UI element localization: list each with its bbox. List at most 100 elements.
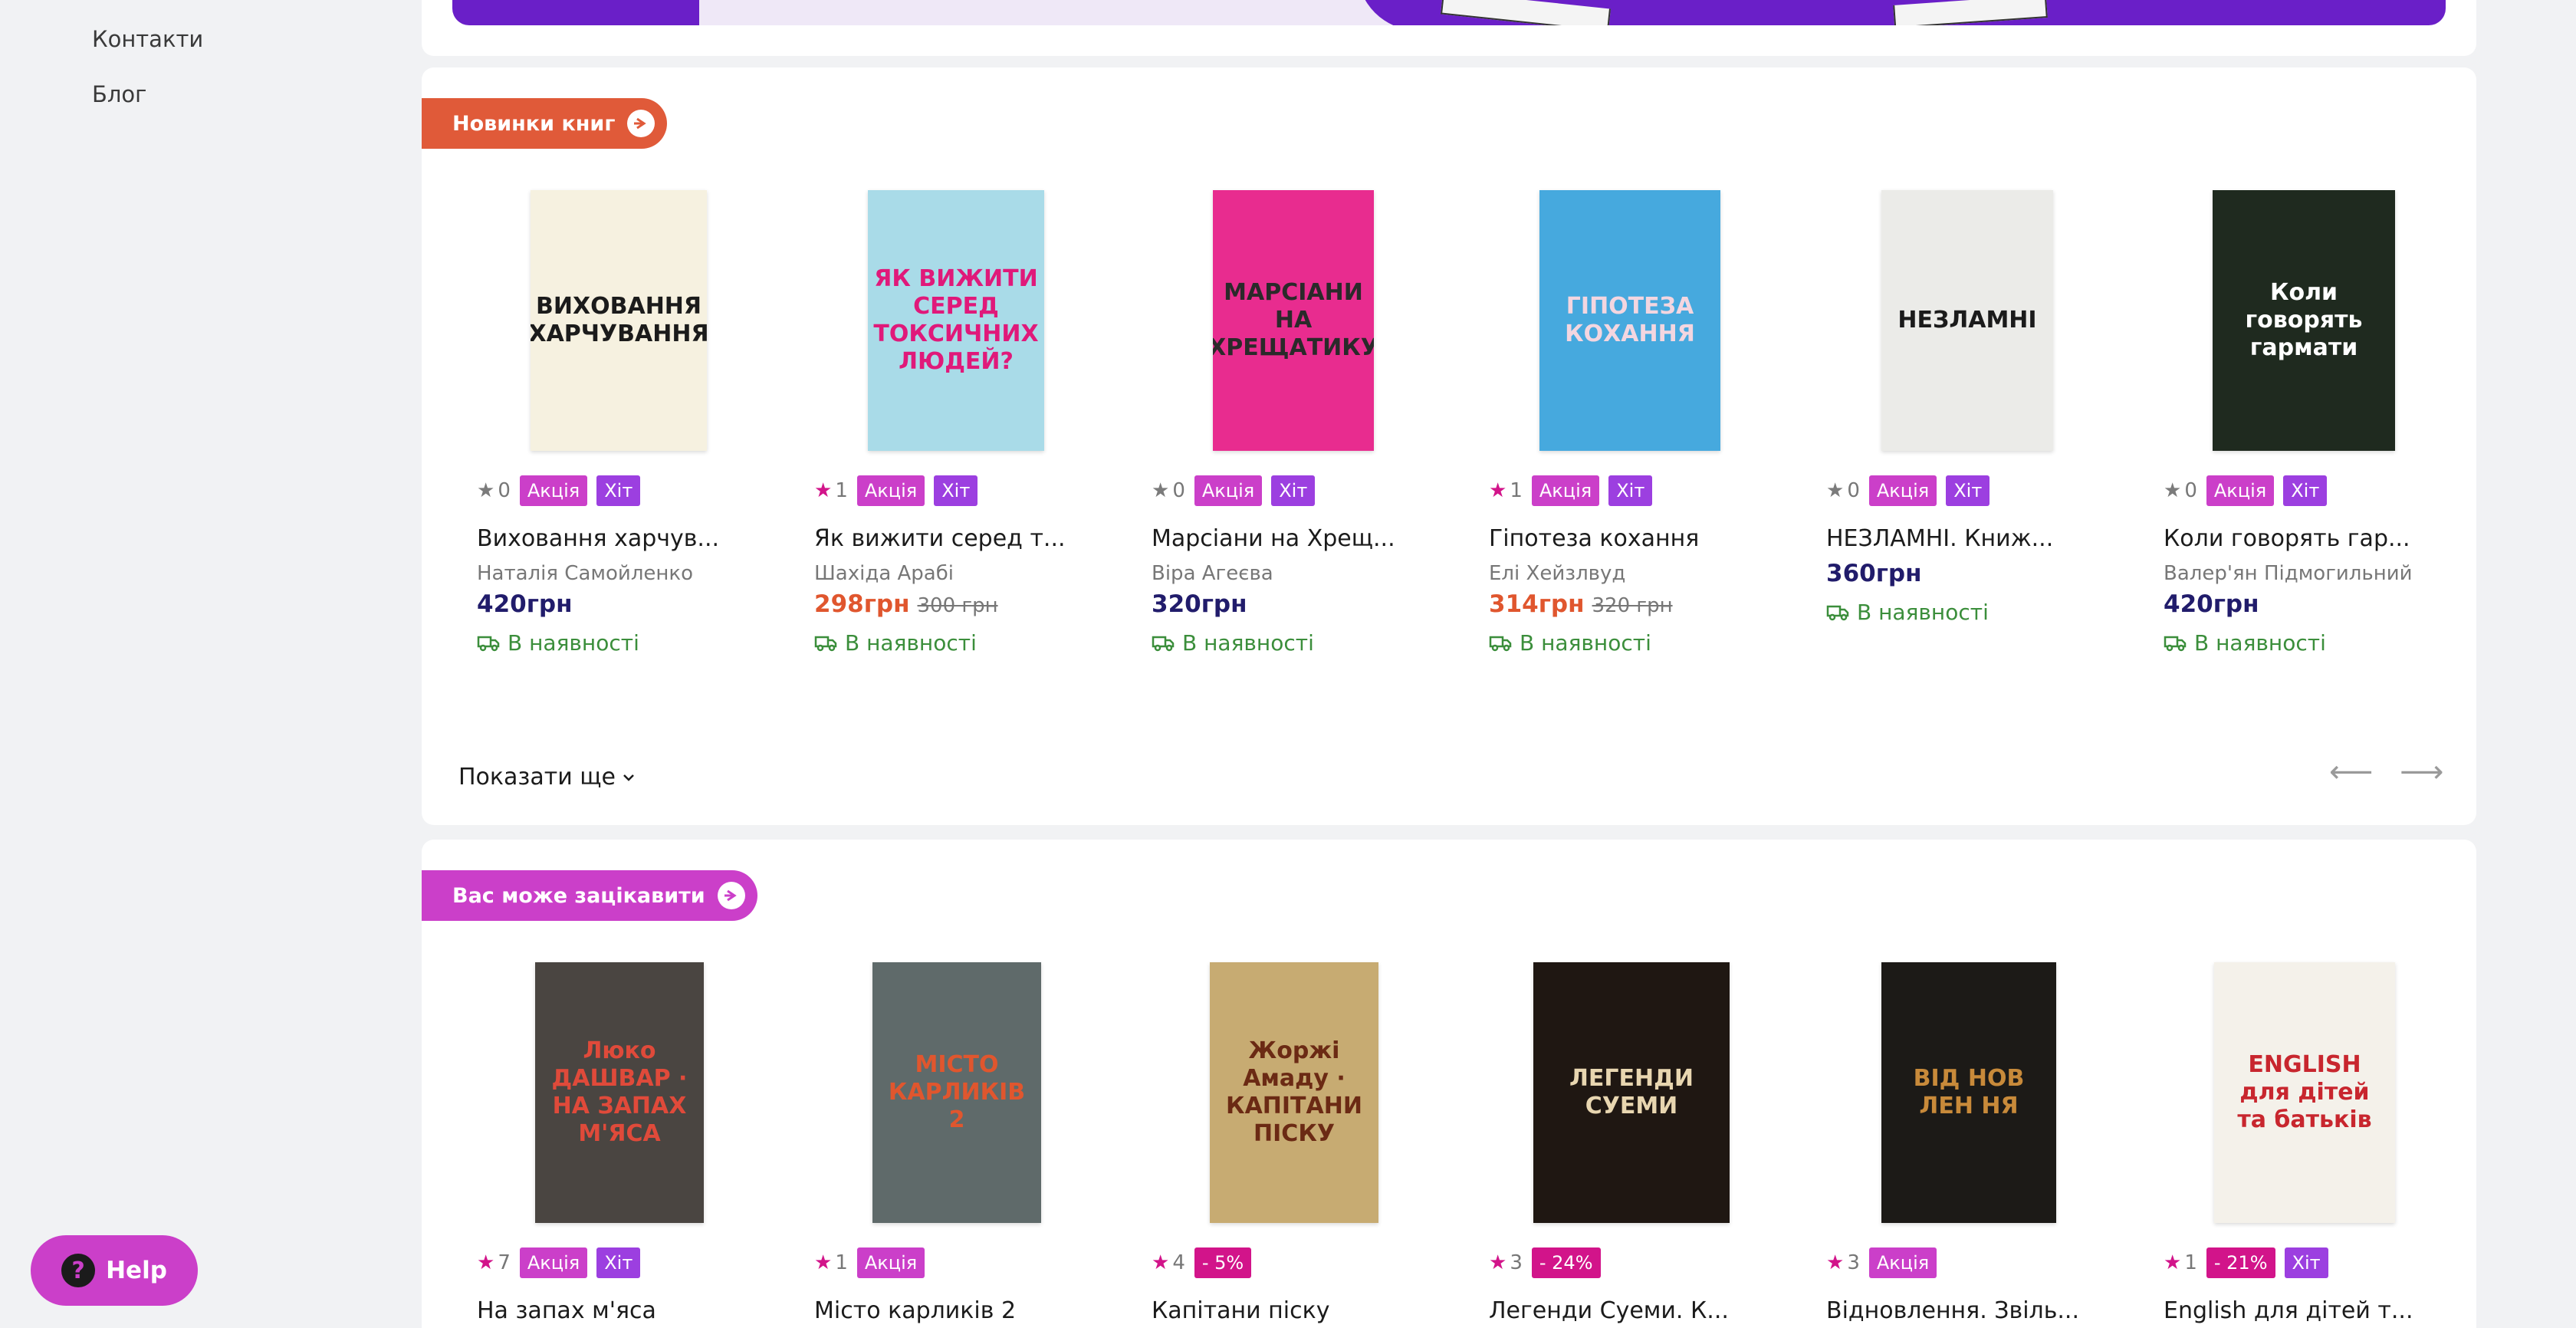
stock-label: В наявності <box>1520 630 1651 656</box>
badge-hit: Хіт <box>934 475 978 506</box>
book-cover[interactable]: МАРСІАНИ НА ХРЕЩАТИКУ <box>1213 190 1374 451</box>
book-author[interactable]: Елі Хейзлвуд <box>1489 562 1625 585</box>
book-title[interactable]: Місто карликів 2 <box>814 1297 1067 1324</box>
stock-status: В наявності <box>1826 600 1989 625</box>
rating: ★ 3 <box>1826 1251 1860 1274</box>
rating: ★ 1 <box>1489 479 1523 502</box>
book-cover[interactable]: МІСТО КАРЛИКІВ 2 <box>872 962 1041 1223</box>
book-author[interactable]: Наталія Самойленко <box>477 562 693 585</box>
truck-icon <box>2164 636 2187 651</box>
book-cover[interactable]: НЕЗЛАМНІ <box>1881 190 2053 451</box>
rating-count: 7 <box>498 1251 511 1274</box>
rating: ★ 0 <box>2164 479 2197 502</box>
book-cover[interactable]: ENGLISH для дітей та батьків <box>2214 962 2395 1223</box>
star-icon: ★ <box>477 479 495 502</box>
price-row: 360грн <box>1826 560 1922 587</box>
book-title[interactable]: Марсіани на Хрещ... <box>1152 525 1405 552</box>
book-author[interactable]: Валер'ян Підмогильний <box>2164 562 2413 585</box>
book-cover[interactable]: ЛЕГЕНДИ СУЕМИ <box>1533 962 1730 1223</box>
may-interest-section: Вас може зацікавити Люко ДАШВАР · НА ЗАП… <box>422 840 2476 1328</box>
book-title[interactable]: Гіпотеза кохання <box>1489 525 1742 552</box>
book-card[interactable]: ВИХОВАННЯ ХАРЧУВАННЯ ★ 0 Акція Хіт Виховання … <box>477 190 784 656</box>
book-cover[interactable]: Люко ДАШВАР · НА ЗАПАХ М'ЯСА <box>535 962 704 1223</box>
book-cover[interactable]: ЯК ВИЖИТИ СЕРЕД ТОКСИЧНИХ ЛЮДЕЙ? <box>868 190 1044 451</box>
book-card[interactable]: Люко ДАШВАР · НА ЗАПАХ М'ЯСА ★ 7 Акція Хіт На… <box>477 962 784 1324</box>
book-title[interactable]: Відновлення. Звіль... <box>1826 1297 2079 1324</box>
book-card[interactable]: Коли говорять гармати ★ 0 Акція Хіт Коли гово… <box>2164 190 2470 656</box>
help-button[interactable]: ? Help <box>31 1235 198 1306</box>
book-card[interactable]: НЕЗЛАМНІ ★ 0 Акція Хіт НЕЗЛАМНІ. Книж... 360гр… <box>1826 190 2133 625</box>
book-cover-title: Коли говорять гармати <box>2245 279 2363 361</box>
book-cover-title: МІСТО КАРЛИКІВ 2 <box>888 1051 1026 1133</box>
rating: ★ 0 <box>1152 479 1185 502</box>
book-title[interactable]: Коли говорять гар... <box>2164 525 2417 552</box>
badge-discount: - 24% <box>1531 1247 1601 1278</box>
book-cover-title: ВИХОВАННЯ ХАРЧУВАННЯ <box>531 293 707 347</box>
book-title[interactable]: НЕЗЛАМНІ. Книж... <box>1826 525 2079 552</box>
book-cover-title: МАРСІАНИ НА ХРЕЩАТИКУ <box>1213 279 1374 361</box>
badge-sale: Акція <box>519 1247 588 1278</box>
rating: ★ 0 <box>1826 479 1860 502</box>
show-more-button[interactable]: Показати ще <box>458 764 637 791</box>
book-card[interactable]: ENGLISH для дітей та батьків ★ 1 - 21% Хіт En… <box>2164 962 2470 1324</box>
book-cover[interactable]: ВИХОВАННЯ ХАРЧУВАННЯ <box>531 190 707 451</box>
truck-icon <box>1826 605 1849 620</box>
star-icon: ★ <box>1152 479 1170 502</box>
star-icon: ★ <box>2164 1251 2182 1274</box>
book-card[interactable]: ЯК ВИЖИТИ СЕРЕД ТОКСИЧНИХ ЛЮДЕЙ? ★ 1 Акція Х… <box>814 190 1121 656</box>
price-row: 420грн <box>477 590 573 618</box>
book-title[interactable]: На запах м'яса <box>477 1297 730 1324</box>
book-title[interactable]: English для дітей т... <box>2164 1297 2417 1324</box>
section-tag-may-interest[interactable]: Вас може зацікавити <box>422 870 757 921</box>
rating-count: 3 <box>1510 1251 1523 1274</box>
badge-hit: Хіт <box>2283 475 2328 506</box>
book-card[interactable]: МІСТО КАРЛИКІВ 2 ★ 1 Акція Місто карликів 2 <box>814 962 1121 1324</box>
book-cover-title: Люко ДАШВАР · НА ЗАПАХ М'ЯСА <box>551 1037 688 1147</box>
rating-count: 1 <box>835 479 848 502</box>
book-title[interactable]: Як вижити серед т... <box>814 525 1067 552</box>
book-cover[interactable]: ГІПОТЕЗА КОХАННЯ <box>1539 190 1720 451</box>
book-card[interactable]: МАРСІАНИ НА ХРЕЩАТИКУ ★ 0 Акція Хіт Марсіани … <box>1152 190 1458 656</box>
sidebar-link-blog[interactable]: Блог <box>92 81 146 107</box>
book-price: 420грн <box>2164 590 2259 618</box>
book-title[interactable]: Легенди Суеми. К... <box>1489 1297 1742 1324</box>
next-arrow-icon[interactable]: ⟶ <box>2400 754 2443 790</box>
rating-count: 1 <box>835 1251 848 1274</box>
promo-banner[interactable] <box>452 0 2446 25</box>
badge-hit: Хіт <box>596 475 641 506</box>
badge-sale: Акція <box>2206 475 2275 506</box>
book-price: 420грн <box>477 590 573 618</box>
book-author[interactable]: Шахіда Арабі <box>814 562 954 585</box>
book-title[interactable]: Виховання харчув... <box>477 525 730 552</box>
book-card[interactable]: ГІПОТЕЗА КОХАННЯ ★ 1 Акція Хіт Гіпотеза кохан… <box>1489 190 1796 656</box>
stock-label: В наявності <box>845 630 977 656</box>
stock-label: В наявності <box>1857 600 1989 625</box>
book-cover[interactable]: Жоржі Амаду · КАПІТАНИ ПІСКУ <box>1210 962 1378 1223</box>
book-cover[interactable]: Коли говорять гармати <box>2213 190 2395 451</box>
stock-status: В наявності <box>1489 630 1651 656</box>
badge-hit: Хіт <box>1608 475 1653 506</box>
badge-sale: Акція <box>1868 475 1937 506</box>
stock-status: В наявності <box>2164 630 2326 656</box>
truck-icon <box>1152 636 1175 651</box>
book-cover-title: ЯК ВИЖИТИ СЕРЕД ТОКСИЧНИХ ЛЮДЕЙ? <box>873 265 1039 375</box>
stock-status: В наявності <box>477 630 639 656</box>
book-cover-title: Жоржі Амаду · КАПІТАНИ ПІСКУ <box>1226 1037 1362 1147</box>
book-card[interactable]: ЛЕГЕНДИ СУЕМИ ★ 3 - 24% Легенди Суеми. К... <box>1489 962 1796 1324</box>
book-title[interactable]: Капітани піску <box>1152 1297 1405 1324</box>
book-meta: ★ 7 Акція Хіт <box>477 1247 641 1278</box>
section-tag-new-books[interactable]: Новинки книг <box>422 98 668 149</box>
book-card[interactable]: ВІД НОВ ЛЕН НЯ ★ 3 Акція Відновлення. Звіль.… <box>1826 962 2133 1324</box>
price-row: 314грн 320 грн <box>1489 590 1673 618</box>
stock-status: В наявності <box>1152 630 1314 656</box>
help-label: Help <box>106 1257 167 1284</box>
stock-label: В наявності <box>1182 630 1314 656</box>
book-card[interactable]: Жоржі Амаду · КАПІТАНИ ПІСКУ ★ 4 - 5% Капіта… <box>1152 962 1458 1324</box>
badge-sale: Акція <box>1868 1247 1937 1278</box>
book-cover[interactable]: ВІД НОВ ЛЕН НЯ <box>1881 962 2056 1223</box>
sidebar-link-contacts[interactable]: Контакти <box>92 26 203 52</box>
book-price: 298грн <box>814 590 910 618</box>
book-author[interactable]: Віра Агеєва <box>1152 562 1273 585</box>
prev-arrow-icon[interactable]: ⟵ <box>2329 754 2373 790</box>
book-meta: ★ 3 - 24% <box>1489 1247 1601 1278</box>
